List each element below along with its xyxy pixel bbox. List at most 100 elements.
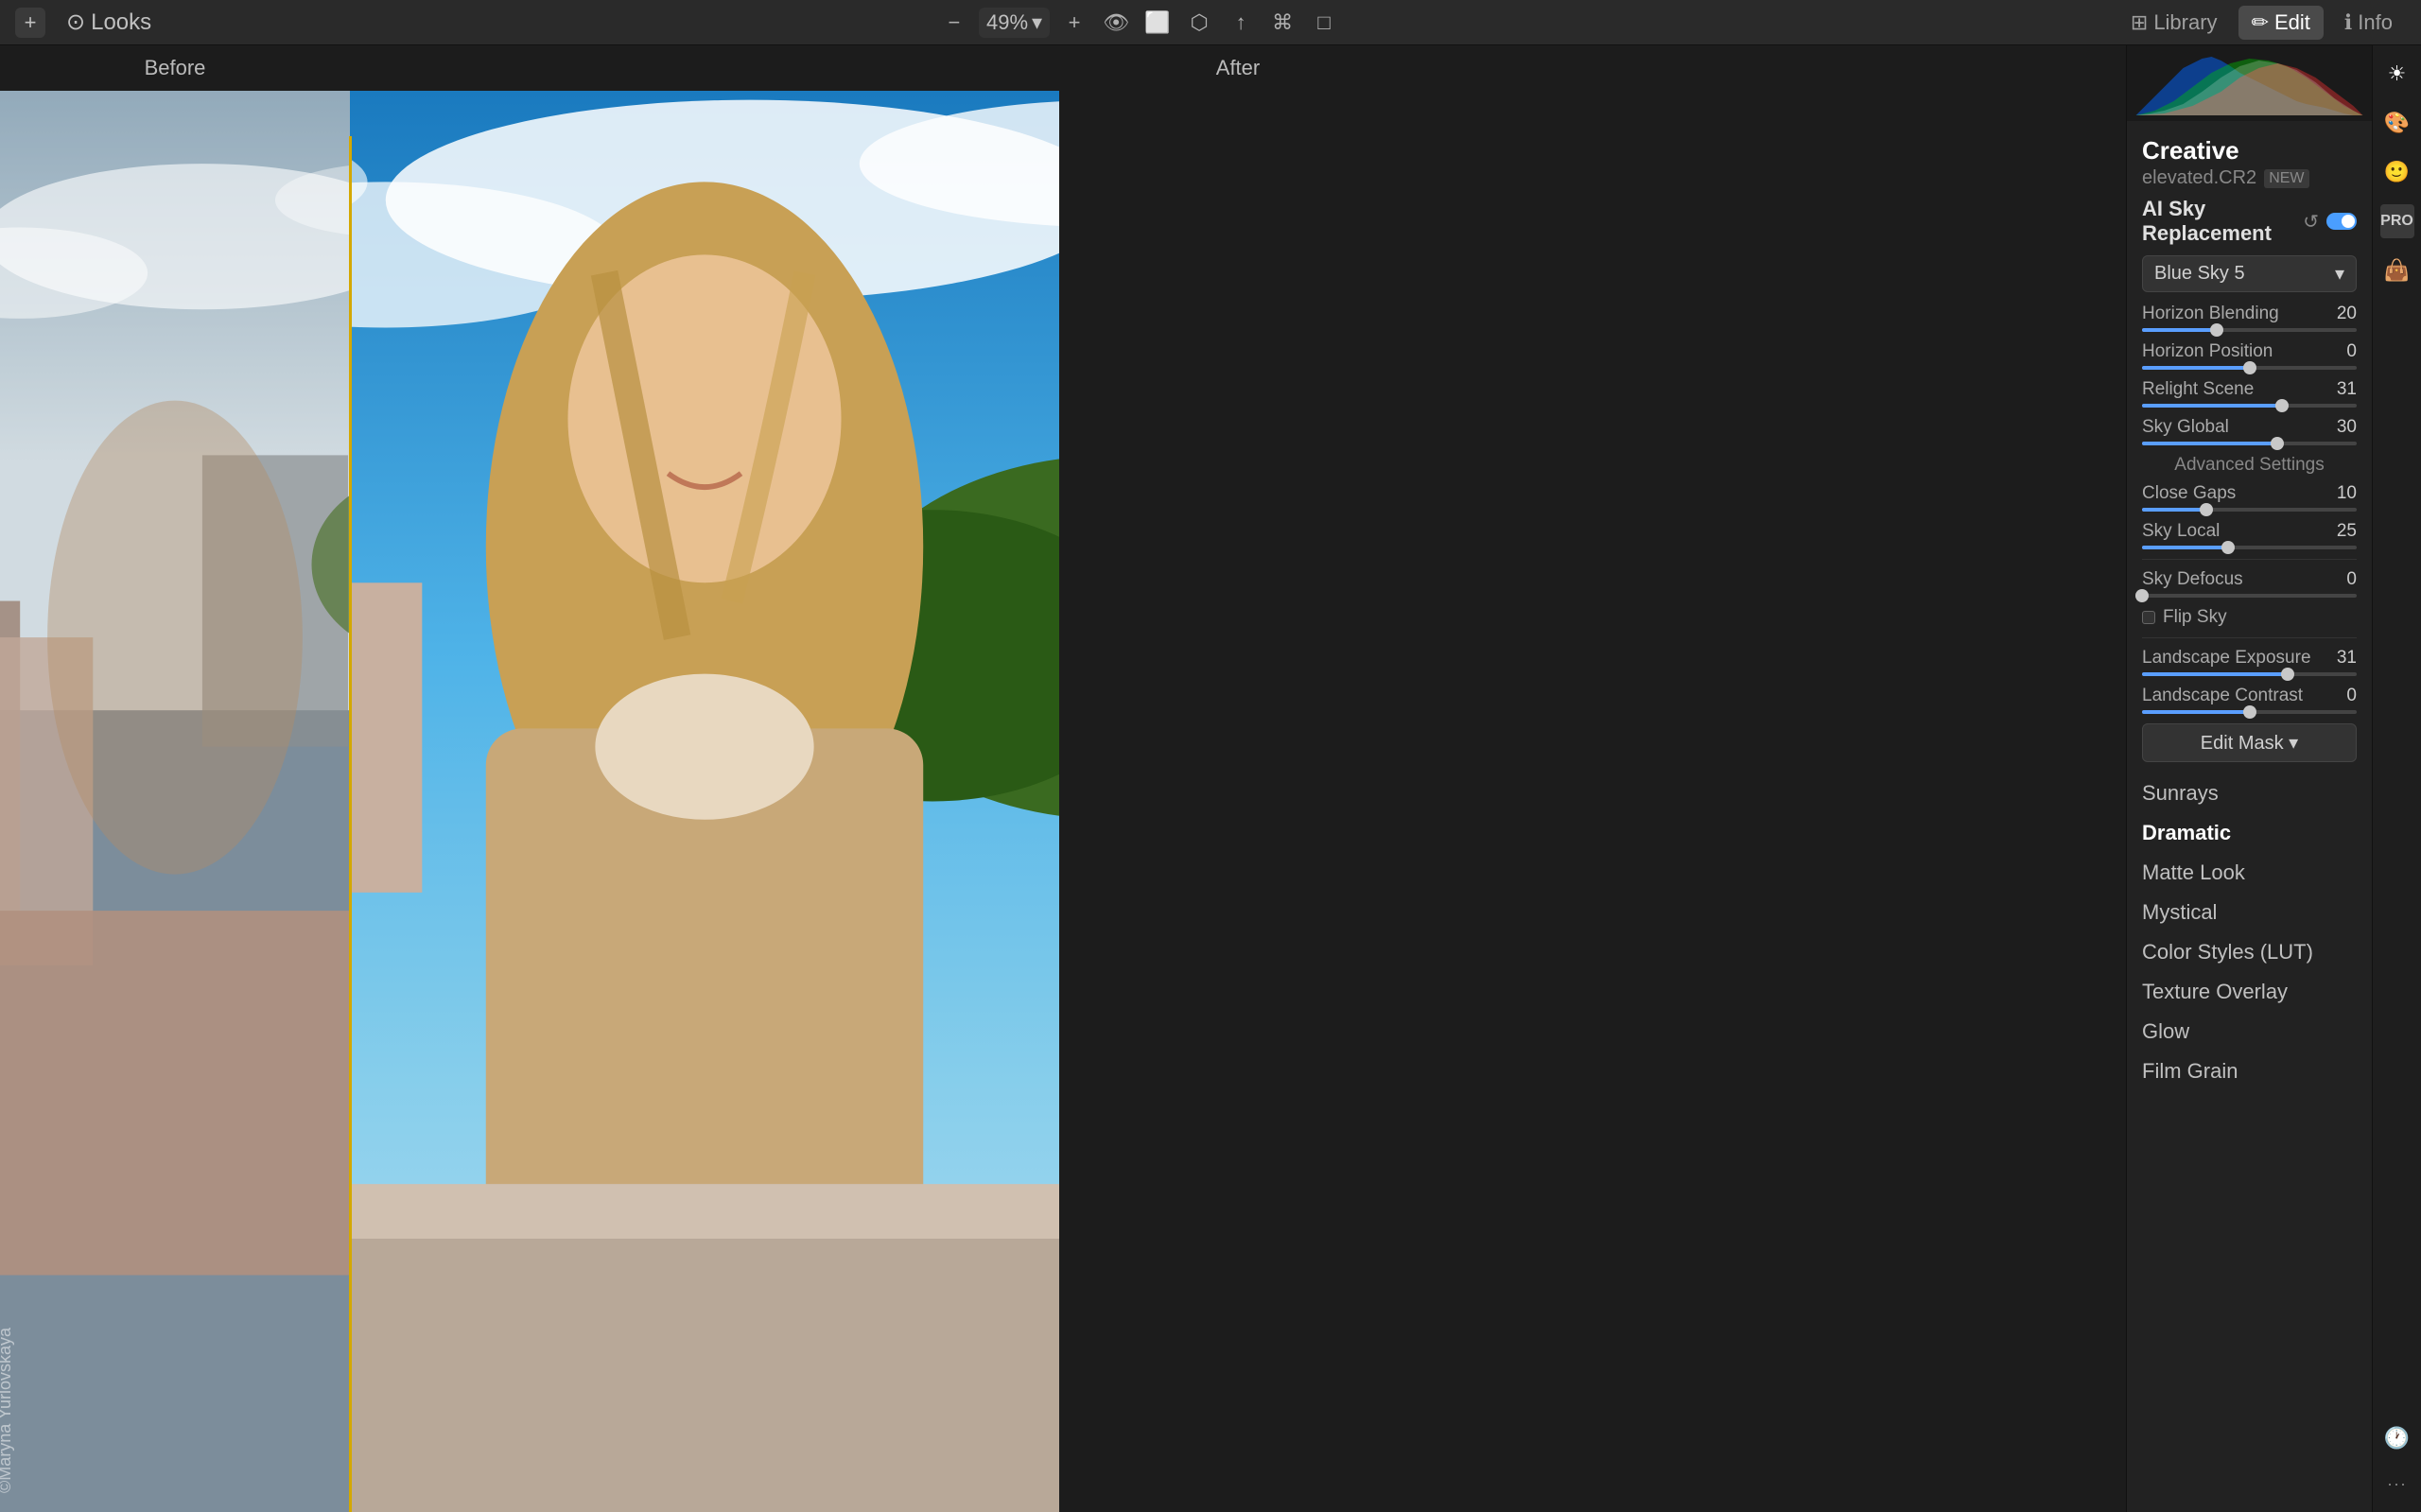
compare-icon: ⬜	[1144, 10, 1170, 35]
landscape-contrast-slider[interactable]: Landscape Contrast 0	[2142, 686, 2357, 714]
landscape-exposure-slider[interactable]: Landscape Exposure 31	[2142, 648, 2357, 676]
minus-icon: −	[949, 10, 961, 35]
bag-icon[interactable]: 👜	[2380, 253, 2414, 287]
sky-local-value: 25	[2337, 521, 2357, 542]
sky-local-label: Sky Local	[2142, 521, 2220, 542]
zoom-plus-button[interactable]: +	[1057, 6, 1091, 40]
module-header: AI Sky Replacement ↺	[2142, 197, 2357, 246]
looks-button[interactable]: ⊙ Looks	[57, 5, 161, 40]
edit-icon: ✏	[2252, 10, 2269, 35]
zoom-minus-button[interactable]: −	[937, 6, 971, 40]
keyboard-button[interactable]: ⌘	[1265, 6, 1299, 40]
sky-defocus-slider[interactable]: Sky Defocus 0	[2142, 569, 2357, 598]
menu-item-texture-overlay[interactable]: Texture Overlay	[2142, 972, 2357, 1012]
main-area: Before After	[0, 45, 2421, 1512]
edit-tab[interactable]: ✏ Edit	[2238, 6, 2324, 40]
add-button[interactable]: +	[15, 8, 45, 38]
advanced-settings-label[interactable]: Advanced Settings	[2142, 455, 2357, 476]
sun-icon[interactable]: ☀	[2380, 57, 2414, 91]
palette-icon[interactable]: 🎨	[2380, 106, 2414, 140]
new-badge: NEW	[2264, 169, 2308, 188]
close-gaps-label-row: Close Gaps 10	[2142, 483, 2357, 504]
right-panel: Creative elevated.CR2 NEW AI Sky Replace…	[2126, 45, 2372, 1512]
landscape-exposure-label-row: Landscape Exposure 31	[2142, 648, 2357, 669]
crop-icon: ⬡	[1190, 10, 1208, 35]
label-row: Horizon Position 0	[2142, 341, 2357, 362]
chevron-down-icon: ▾	[1032, 10, 1042, 35]
menu-item-color-styles-lut[interactable]: Color Styles (LUT)	[2142, 932, 2357, 972]
histogram-area	[2127, 45, 2372, 121]
menu-item-glow[interactable]: Glow	[2142, 1012, 2357, 1051]
flip-sky-checkbox[interactable]	[2142, 611, 2155, 624]
landscape-exposure-track[interactable]	[2142, 672, 2357, 676]
close-gaps-track[interactable]	[2142, 508, 2357, 512]
more-icon[interactable]: ···	[2380, 1467, 2414, 1501]
label-row: Sky Global 30	[2142, 417, 2357, 438]
sky-local-track[interactable]	[2142, 546, 2357, 549]
eye-icon: 👁	[1103, 10, 1129, 35]
looks-icon: ⊙	[66, 9, 85, 36]
library-icon: ⊞	[2131, 10, 2148, 35]
photo-before	[0, 91, 350, 1512]
label-row: Relight Scene 31	[2142, 379, 2357, 400]
info-icon: ℹ	[2344, 10, 2352, 35]
after-label: After	[350, 56, 2126, 80]
menu-item-dramatic[interactable]: Dramatic	[2142, 813, 2357, 853]
sky-dropdown[interactable]: Blue Sky 5 ▾	[2142, 255, 2357, 292]
menu-item-sunrays[interactable]: Sunrays	[2142, 773, 2357, 813]
share-icon: ↑	[1236, 10, 1246, 35]
close-gaps-slider[interactable]: Close Gaps 10	[2142, 483, 2357, 512]
photo-container	[0, 91, 2126, 1512]
edit-mask-button[interactable]: Edit Mask ▾	[2142, 723, 2357, 762]
histogram-chart	[2134, 49, 2364, 115]
menu-item-matte-look[interactable]: Matte Look	[2142, 853, 2357, 893]
menu-item-mystical[interactable]: Mystical	[2142, 893, 2357, 932]
before-after-divider[interactable]	[349, 136, 352, 1512]
module-title: AI Sky Replacement	[2142, 197, 2303, 246]
library-tab[interactable]: ⊞ Library	[2117, 6, 2231, 40]
dropdown-chevron: ▾	[2335, 262, 2344, 286]
sky-global-slider[interactable]: Sky Global 30	[2142, 417, 2357, 445]
horizon-position-slider[interactable]: Horizon Position 0	[2142, 341, 2357, 370]
clock-icon[interactable]: 🕐	[2380, 1421, 2414, 1455]
menu-item-film-grain[interactable]: Film Grain	[2142, 1051, 2357, 1091]
flip-sky-row: Flip Sky	[2142, 607, 2357, 628]
before-photo-svg	[0, 91, 350, 1512]
toolbar: + ⊙ Looks − 49% ▾ + 👁 ⬜ ⬡ ↑ ⌘ □	[0, 0, 2421, 45]
relight-scene-slider[interactable]: Relight Scene 31	[2142, 379, 2357, 408]
face-icon[interactable]: 🙂	[2380, 155, 2414, 189]
sky-local-label-row: Sky Local 25	[2142, 521, 2357, 542]
after-photo-svg	[350, 91, 1059, 1512]
zoom-control[interactable]: 49% ▾	[979, 8, 1050, 38]
pro-label[interactable]: PRO	[2380, 204, 2414, 238]
watermark: ©Maryna Yurlovskaya	[0, 1328, 15, 1493]
compare-button[interactable]: ⬜	[1141, 6, 1175, 40]
sky-defocus-track[interactable]	[2142, 594, 2357, 598]
sky-local-slider[interactable]: Sky Local 25	[2142, 521, 2357, 549]
toolbar-center: − 49% ▾ + 👁 ⬜ ⬡ ↑ ⌘ □	[937, 6, 1341, 40]
before-after-labels: Before After	[0, 45, 2126, 91]
panel-title: Creative	[2142, 136, 2357, 165]
plus-zoom-icon: +	[1069, 10, 1081, 35]
plus-icon: +	[25, 10, 37, 35]
preview-button[interactable]: 👁	[1099, 6, 1133, 40]
panel-content[interactable]: Creative elevated.CR2 NEW AI Sky Replace…	[2127, 121, 2372, 1512]
reset-button[interactable]: ↺	[2303, 210, 2319, 234]
sidebar-bottom: 🕐 ···	[2380, 1421, 2414, 1501]
share-button[interactable]: ↑	[1224, 6, 1258, 40]
window-button[interactable]: □	[1307, 6, 1341, 40]
divider-1	[2142, 559, 2357, 560]
divider-2	[2142, 637, 2357, 638]
sliders-container: Horizon Blending 20 Horizon Position 0 R…	[2142, 304, 2357, 445]
canvas-area: Before After	[0, 45, 2126, 1512]
label-row: Horizon Blending 20	[2142, 304, 2357, 324]
module-toggle[interactable]	[2326, 213, 2357, 230]
horizon-blending-slider[interactable]: Horizon Blending 20	[2142, 304, 2357, 332]
sky-defocus-label-row: Sky Defocus 0	[2142, 569, 2357, 590]
module-controls: ↺	[2303, 210, 2357, 234]
landscape-contrast-track[interactable]	[2142, 710, 2357, 714]
keyboard-icon: ⌘	[1272, 10, 1293, 35]
info-tab[interactable]: ℹ Info	[2331, 6, 2406, 40]
crop-button[interactable]: ⬡	[1182, 6, 1216, 40]
panel-subtitle: elevated.CR2 NEW	[2142, 167, 2357, 189]
